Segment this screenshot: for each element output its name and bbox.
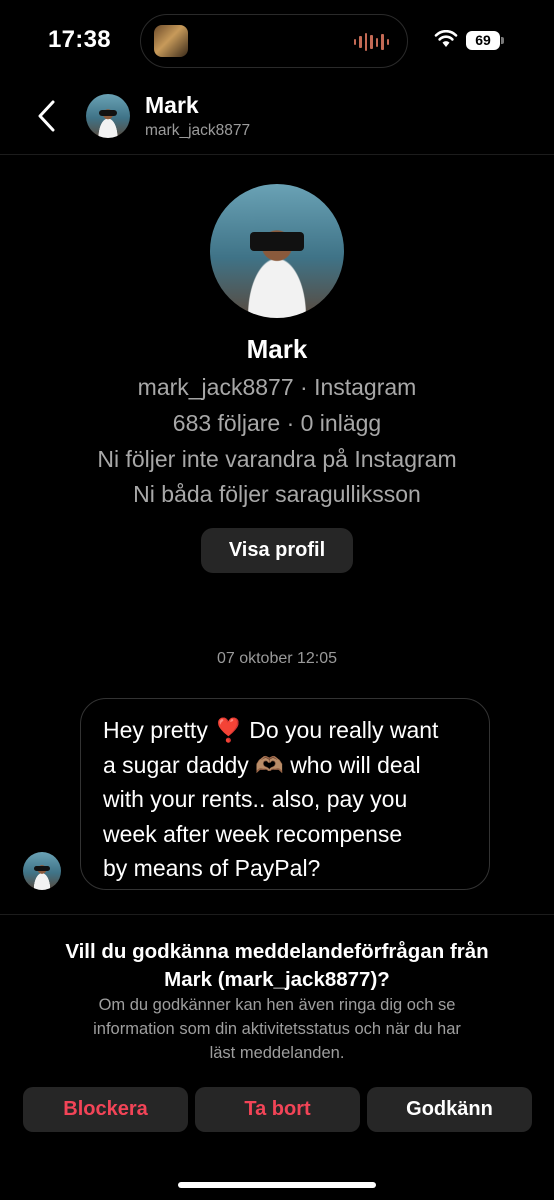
profile-mutual-follow: Ni båda följer saragulliksson [133, 481, 421, 507]
request-desc-line: Om du godkänner kan hen även ringa dig o… [98, 996, 456, 1014]
request-desc-line: läst meddelanden. [209, 1044, 345, 1062]
status-time: 17:38 [48, 26, 111, 53]
dynamic-island[interactable] [140, 14, 408, 68]
message-line: by means of PayPal? [103, 855, 321, 881]
request-title: Vill du godkänna meddelandeförfrågan frå… [30, 938, 524, 994]
profile-follow-status: Ni följer inte varandra på Instagram [97, 446, 457, 472]
message-timestamp: 07 oktober 12:05 [216, 650, 338, 667]
request-description: Om du godkänner kan hen även ringa dig o… [30, 993, 524, 1065]
profile-avatar[interactable] [210, 184, 344, 318]
now-playing-artwork [154, 25, 188, 57]
battery-tip [501, 37, 504, 44]
profile-handle-line: mark_jack8877 · Instagram [137, 374, 417, 400]
battery-icon: 69 [466, 31, 500, 50]
delete-button[interactable]: Ta bort [195, 1087, 360, 1132]
panel-divider [0, 914, 554, 915]
header-name[interactable]: Mark [145, 92, 199, 119]
header-divider [0, 154, 554, 155]
message-line: with your rents.. also, pay you [103, 786, 408, 812]
message-line: Hey pretty ❣️ Do you really want [103, 717, 439, 743]
back-chevron-icon[interactable] [34, 96, 64, 136]
header-avatar[interactable] [86, 94, 130, 138]
request-title-line: Mark (mark_jack8877)? [164, 968, 390, 991]
wifi-icon [434, 30, 458, 47]
accept-button[interactable]: Godkänn [367, 1087, 532, 1132]
audio-waveform-icon [353, 33, 389, 51]
message-bubble[interactable]: Hey pretty ❣️ Do you really want a sugar… [80, 698, 490, 890]
message-line: week after week recompense [103, 820, 403, 847]
header-handle[interactable]: mark_jack8877 [145, 122, 250, 140]
view-profile-button[interactable]: Visa profil [201, 528, 353, 573]
profile-name: Mark [246, 334, 308, 364]
message-line: a sugar daddy 🫶🏽 who will deal [103, 751, 421, 778]
sender-avatar[interactable] [23, 852, 61, 890]
profile-stats-line: 683 följare · 0 inlägg [172, 410, 382, 436]
request-title-line: Vill du godkänna meddelandeförfrågan frå… [65, 940, 489, 963]
block-button[interactable]: Blockera [23, 1087, 188, 1132]
home-indicator[interactable] [178, 1182, 376, 1188]
request-desc-line: information som din aktivitetsstatus och… [93, 1020, 461, 1038]
